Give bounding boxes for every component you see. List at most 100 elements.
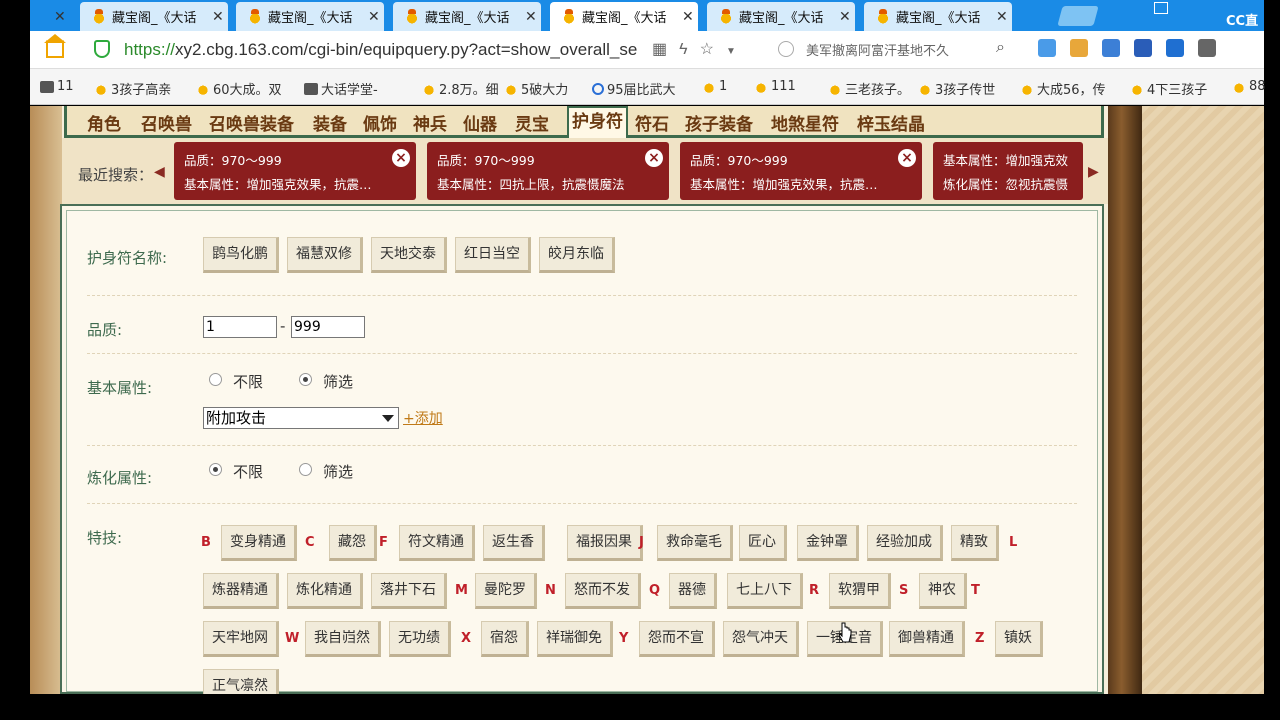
- recent-search-card[interactable]: 品质：970～999 基本属性：四抗上限，抗震慑魔法 ×: [427, 142, 669, 200]
- bookmark-item[interactable]: 111: [754, 79, 796, 94]
- home-icon[interactable]: [44, 34, 66, 58]
- skill-button[interactable]: 器德: [669, 573, 717, 609]
- add-attr-link[interactable]: +添加: [403, 408, 443, 428]
- skill-button[interactable]: 匠心: [739, 525, 787, 561]
- tab-category[interactable]: 梓玉结晶: [857, 110, 925, 135]
- browser-tab[interactable]: 藏宝阁_《大话 ✕: [707, 2, 855, 31]
- tab-category[interactable]: 符石: [635, 110, 669, 135]
- bookmark-item[interactable]: 2.8万。细: [422, 79, 499, 98]
- base-attr-select[interactable]: 附加攻击: [203, 407, 399, 429]
- skill-button[interactable]: 藏怨: [329, 525, 377, 561]
- skill-button[interactable]: 炼器精通: [203, 573, 279, 609]
- amulet-name-button[interactable]: 皎月东临: [539, 237, 615, 273]
- amulet-name-button[interactable]: 鹍鸟化鹏: [203, 237, 279, 273]
- bookmark-item[interactable]: 大成56，传: [1020, 79, 1106, 98]
- browser-tab[interactable]: 藏宝阁_《大话 ✕: [80, 2, 228, 31]
- skill-button[interactable]: 落井下石: [371, 573, 447, 609]
- skill-button[interactable]: 变身精通: [221, 525, 297, 561]
- skill-button[interactable]: 炼化精通: [287, 573, 363, 609]
- recent-search-card[interactable]: 品质：970～999 基本属性：增加强克效果，抗震… ×: [174, 142, 416, 200]
- amulet-name-button[interactable]: 红日当空: [455, 237, 531, 273]
- browser-tab[interactable]: 藏宝阁_《大话 ✕: [864, 2, 1012, 31]
- browser-tab[interactable]: 藏宝阁_《大话 ✕: [550, 2, 698, 31]
- skill-button[interactable]: 祥瑞御免: [537, 621, 613, 657]
- close-icon[interactable]: ×: [645, 149, 663, 167]
- key-icon[interactable]: [1070, 39, 1088, 57]
- close-icon[interactable]: ✕: [368, 9, 380, 25]
- skill-button[interactable]: 符文精通: [399, 525, 475, 561]
- close-icon[interactable]: ✕: [54, 9, 66, 25]
- tab-category[interactable]: 神兵: [413, 110, 447, 135]
- window-icon[interactable]: [1166, 39, 1184, 57]
- tab-category[interactable]: 召唤兽: [141, 110, 192, 135]
- browser-tab[interactable]: 藏宝阁_《大话 ✕: [236, 2, 384, 31]
- tab-category[interactable]: 孩子装备: [685, 110, 753, 135]
- skill-button[interactable]: 返生香: [483, 525, 545, 561]
- base-unlimited-radio[interactable]: [209, 373, 222, 386]
- skill-button[interactable]: 我自岿然: [305, 621, 381, 657]
- chevron-down-icon[interactable]: ▼: [726, 46, 748, 57]
- quality-max-input[interactable]: [291, 316, 365, 338]
- next-arrow-icon[interactable]: ▶: [1088, 164, 1099, 180]
- scissors-icon[interactable]: [1198, 39, 1216, 57]
- bookmark-item[interactable]: 3孩子传世: [918, 79, 995, 98]
- new-tab-button[interactable]: [1057, 6, 1099, 26]
- skill-button[interactable]: 曼陀罗: [475, 573, 537, 609]
- close-icon[interactable]: ✕: [525, 9, 537, 25]
- skill-button[interactable]: 天牢地网: [203, 621, 279, 657]
- close-icon[interactable]: ✕: [839, 9, 851, 25]
- close-icon[interactable]: ✕: [682, 9, 694, 25]
- recent-search-card[interactable]: 品质：970～999 基本属性：增加强克效果，抗震… ×: [680, 142, 922, 200]
- tab-category[interactable]: 召唤兽装备: [209, 110, 294, 135]
- tab-category[interactable]: 仙器: [463, 110, 497, 135]
- skill-button[interactable]: 无功绩: [389, 621, 451, 657]
- refine-unlimited-radio[interactable]: [209, 463, 222, 476]
- tab-category[interactable]: 装备: [313, 110, 347, 135]
- bolt-icon[interactable]: ϟ: [679, 41, 699, 58]
- amulet-name-button[interactable]: 天地交泰: [371, 237, 447, 273]
- bookmark-item[interactable]: 60大成。双: [196, 79, 282, 98]
- bookmark-item[interactable]: 11: [40, 79, 74, 94]
- skill-button[interactable]: 精致: [951, 525, 999, 561]
- skill-button[interactable]: 怨气冲天: [723, 621, 799, 657]
- skill-button[interactable]: 镇妖: [995, 621, 1043, 657]
- minimize-icon[interactable]: [1154, 2, 1168, 14]
- browser-tab[interactable]: 藏宝阁_《大话 ✕: [393, 2, 541, 31]
- url-field[interactable]: https://xy2.cbg.163.com/cgi-bin/equipque…: [124, 40, 644, 60]
- refine-filter-radio[interactable]: [299, 463, 312, 476]
- bookmark-item[interactable]: 4下三孩子: [1130, 79, 1207, 98]
- base-filter-radio[interactable]: [299, 373, 312, 386]
- grid-icon[interactable]: ▦: [652, 41, 679, 58]
- bookmark-item[interactable]: 大话学堂-: [304, 79, 378, 98]
- close-icon[interactable]: ×: [898, 149, 916, 167]
- skill-button[interactable]: 经验加成: [867, 525, 943, 561]
- tab-category[interactable]: 佩饰: [363, 110, 397, 135]
- close-icon[interactable]: ✕: [996, 9, 1008, 25]
- prev-arrow-icon[interactable]: ◀: [154, 164, 165, 180]
- close-icon[interactable]: ×: [392, 149, 410, 167]
- bookmark-item[interactable]: 1: [702, 79, 727, 94]
- skill-button[interactable]: 宿怨: [481, 621, 529, 657]
- skill-button[interactable]: 金钟罩: [797, 525, 859, 561]
- skill-button[interactable]: 福报因果: [567, 525, 643, 561]
- skill-button[interactable]: 怒而不发: [565, 573, 641, 609]
- word-icon[interactable]: [1134, 39, 1152, 57]
- bookmark-item[interactable]: 95届比武大: [592, 79, 676, 98]
- bookmark-item[interactable]: 3孩子高亲: [94, 79, 171, 98]
- skill-button[interactable]: 软猬甲: [829, 573, 891, 609]
- search-icon[interactable]: ⌕: [996, 39, 1005, 57]
- shield-icon[interactable]: [94, 40, 110, 58]
- star-icon[interactable]: ☆: [700, 41, 726, 58]
- window-controls[interactable]: [1154, 0, 1168, 18]
- skill-button[interactable]: 正气凛然: [203, 669, 279, 694]
- skill-button[interactable]: 救命毫毛: [657, 525, 733, 561]
- skill-button[interactable]: 七上八下: [727, 573, 803, 609]
- bookmark-item[interactable]: 5破大力: [504, 79, 568, 98]
- tab-category[interactable]: 灵宝: [515, 110, 549, 135]
- recent-search-card[interactable]: 基本属性：增加强克效 炼化属性：忽视抗震慑: [933, 142, 1083, 200]
- news-ticker[interactable]: 美军撤离阿富汗基地不久: [806, 40, 1026, 59]
- skill-button[interactable]: 御兽精通: [889, 621, 965, 657]
- skill-button[interactable]: 神农: [919, 573, 967, 609]
- tab-close-leftover[interactable]: ✕: [46, 2, 76, 31]
- address-actions[interactable]: ▦ϟ☆▼: [652, 39, 748, 59]
